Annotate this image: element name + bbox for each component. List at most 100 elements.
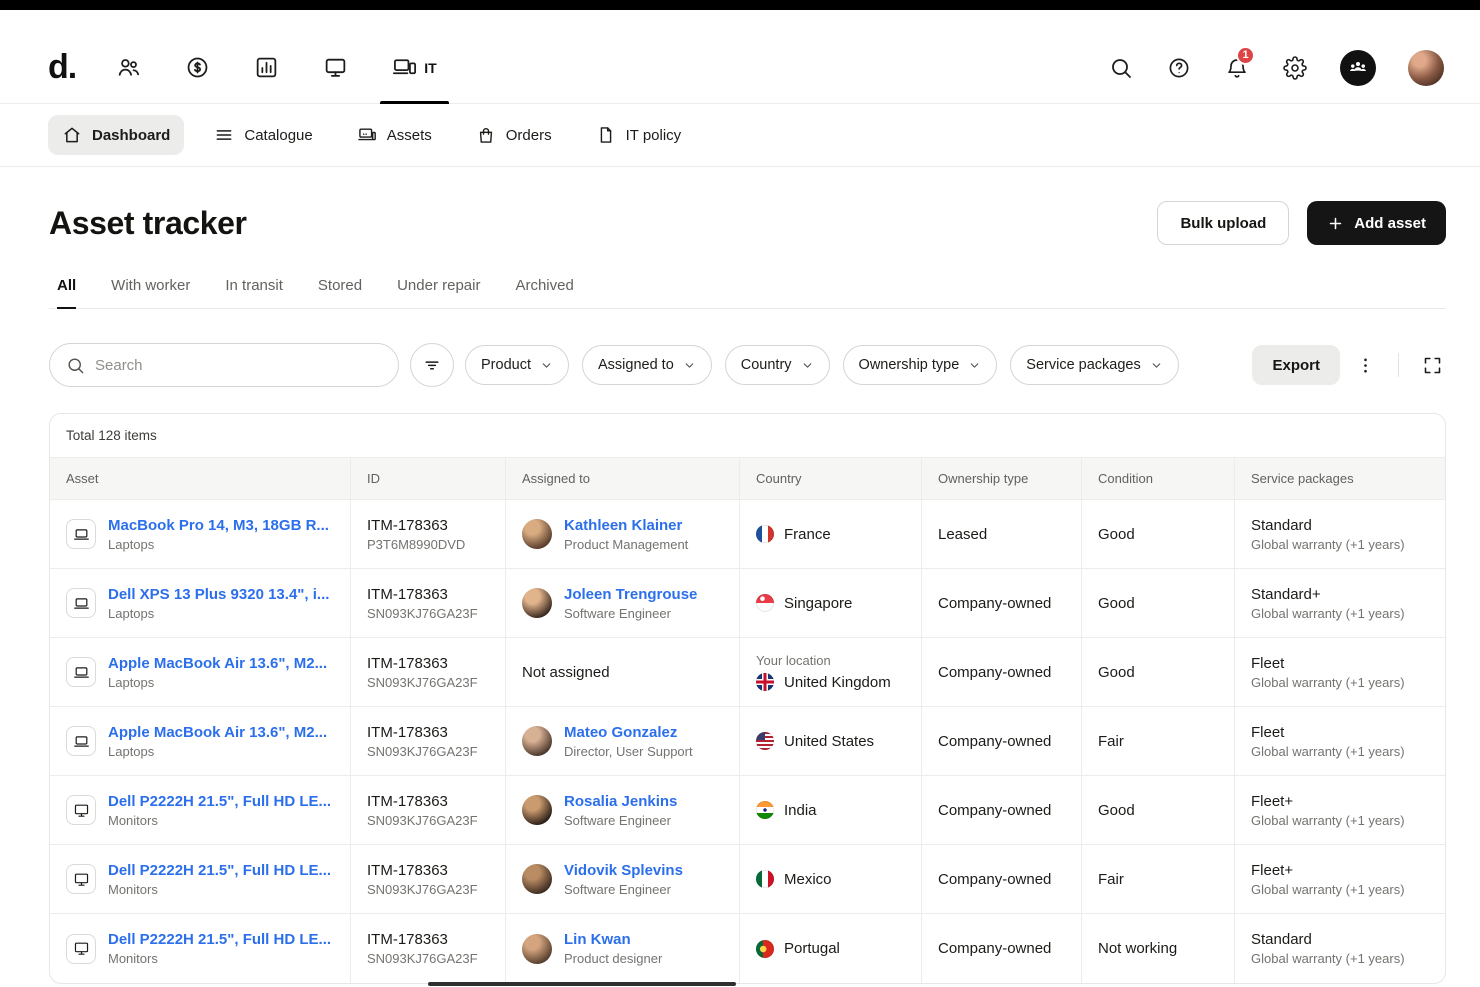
filter-dropdown-ownership-type[interactable]: Ownership type [843,345,998,385]
laptop-icon [66,726,96,756]
table-row[interactable]: Dell P2222H 21.5", Full HD LE... Monitor… [50,845,1445,914]
assignee-name-link[interactable]: Lin Kwan [564,931,662,948]
table-row[interactable]: Apple MacBook Air 13.6", M2... Laptops I… [50,638,1445,707]
assignee-name-link[interactable]: Kathleen Klainer [564,517,688,534]
asset-serial: SN093KJ76GA23F [367,813,478,828]
id-cell: ITM-178363 SN093KJ76GA23F [350,914,505,983]
tab-stored[interactable]: Stored [318,277,362,308]
fullscreen-button[interactable] [1418,351,1446,379]
service-package-name: Fleet+ [1251,862,1405,879]
nav-item-orders[interactable]: Orders [462,115,566,155]
country-cell: Singapore [739,569,921,637]
asset-name-link[interactable]: Apple MacBook Air 13.6", M2... [108,724,327,741]
team-switcher-button[interactable] [1340,50,1376,86]
nav-item-label: Catalogue [244,127,312,144]
header-right: 1 [1108,50,1444,86]
more-options-button[interactable] [1351,351,1379,379]
ownership-type: Company-owned [938,940,1051,957]
orders-bag-icon [476,125,496,145]
column-header-condition: Condition [1081,458,1234,499]
notifications-button[interactable]: 1 [1224,55,1250,81]
service-package-cell: Fleet Global warranty (+1 years) [1234,707,1445,775]
monitor-module-button[interactable] [323,55,348,80]
column-header-id: ID [350,458,505,499]
asset-id: ITM-178363 [367,586,478,603]
search-input[interactable] [95,357,382,374]
user-avatar[interactable] [1408,50,1444,86]
tab-with-worker[interactable]: With worker [111,277,190,308]
kebab-menu-icon [1355,355,1376,376]
table-row[interactable]: Dell P2222H 21.5", Full HD LE... Monitor… [50,776,1445,845]
service-package-cell: Fleet+ Global warranty (+1 years) [1234,845,1445,913]
filter-dropdown-product[interactable]: Product [465,345,569,385]
add-asset-button[interactable]: Add asset [1307,201,1446,245]
assignee-name-link[interactable]: Vidovik Splevins [564,862,683,879]
bulk-upload-button[interactable]: Bulk upload [1157,201,1289,245]
tab-in-transit[interactable]: In transit [225,277,283,308]
table-row[interactable]: MacBook Pro 14, M3, 18GB R... Laptops IT… [50,500,1445,569]
condition-value: Good [1098,664,1135,681]
asset-category: Monitors [108,882,331,897]
settings-button[interactable] [1282,55,1308,81]
flag-portugal-icon [756,940,774,958]
assignee-name-link[interactable]: Joleen Trengrouse [564,586,697,603]
filter-dropdown-country[interactable]: Country [725,345,830,385]
filter-button[interactable] [410,343,454,387]
asset-name-link[interactable]: Dell P2222H 21.5", Full HD LE... [108,931,331,948]
service-package-name: Standard+ [1251,586,1405,603]
deel-logo[interactable]: d. [48,48,76,87]
asset-category: Monitors [108,813,331,828]
asset-name-link[interactable]: MacBook Pro 14, M3, 18GB R... [108,517,329,534]
search-button[interactable] [1108,55,1134,81]
condition-value: Not working [1098,940,1177,957]
flag-us-icon [756,732,774,750]
window-top-strip [0,0,1480,10]
people-module-button[interactable] [116,55,141,80]
asset-id: ITM-178363 [367,655,478,672]
asset-name-link[interactable]: Dell P2222H 21.5", Full HD LE... [108,862,331,879]
nav-item-label: IT policy [626,127,682,144]
table-row[interactable]: Apple MacBook Air 13.6", M2... Laptops I… [50,707,1445,776]
assignee-name-link[interactable]: Rosalia Jenkins [564,793,677,810]
asset-name-link[interactable]: Dell P2222H 21.5", Full HD LE... [108,793,331,810]
nav-item-it-policy[interactable]: IT policy [582,115,696,155]
nav-item-catalogue[interactable]: Catalogue [200,115,326,155]
tab-archived[interactable]: Archived [515,277,573,308]
nav-item-dashboard[interactable]: Dashboard [48,115,184,155]
assigned-cell: Mateo GonzalezDirector, User Support [505,707,739,775]
flag-singapore-icon [756,594,774,612]
asset-name-link[interactable]: Apple MacBook Air 13.6", M2... [108,655,327,672]
table-row[interactable]: Dell XPS 13 Plus 9320 13.4", i... Laptop… [50,569,1445,638]
ownership-cell: Company-owned [921,638,1081,706]
bar-chart-icon [254,55,279,80]
filter-dropdown-service-packages[interactable]: Service packages [1010,345,1178,385]
it-module-button[interactable]: IT [392,55,436,80]
filter-dropdown-assigned-to[interactable]: Assigned to [582,345,712,385]
help-icon [1167,56,1191,80]
assignee-role: Software Engineer [564,606,697,621]
asset-serial: SN093KJ76GA23F [367,882,478,897]
ownership-cell: Company-owned [921,569,1081,637]
help-button[interactable] [1166,55,1192,81]
service-package-cell: Standard Global warranty (+1 years) [1234,500,1445,568]
horizontal-scrollbar-thumb[interactable] [428,982,736,986]
laptop-icon [66,519,96,549]
condition-cell: Good [1081,776,1234,844]
payments-module-button[interactable] [185,55,210,80]
country-cell: Your locationUnited Kingdom [739,638,921,706]
table-row[interactable]: Dell P2222H 21.5", Full HD LE... Monitor… [50,914,1445,983]
nav-item-assets[interactable]: Assets [343,115,446,155]
service-package-cell: Fleet Global warranty (+1 years) [1234,638,1445,706]
nav-item-label: Dashboard [92,127,170,144]
tab-under-repair[interactable]: Under repair [397,277,480,308]
table-header-row: AssetIDAssigned toCountryOwnership typeC… [50,458,1445,500]
export-button[interactable]: Export [1252,345,1340,385]
analytics-module-button[interactable] [254,55,279,80]
header-left: d. IT [48,48,437,87]
tab-all[interactable]: All [57,277,76,308]
ownership-cell: Company-owned [921,914,1081,983]
assignee-name-link[interactable]: Mateo Gonzalez [564,724,693,741]
filter-dropdown-label: Product [481,357,531,373]
team-icon [1347,57,1369,79]
asset-name-link[interactable]: Dell XPS 13 Plus 9320 13.4", i... [108,586,329,603]
